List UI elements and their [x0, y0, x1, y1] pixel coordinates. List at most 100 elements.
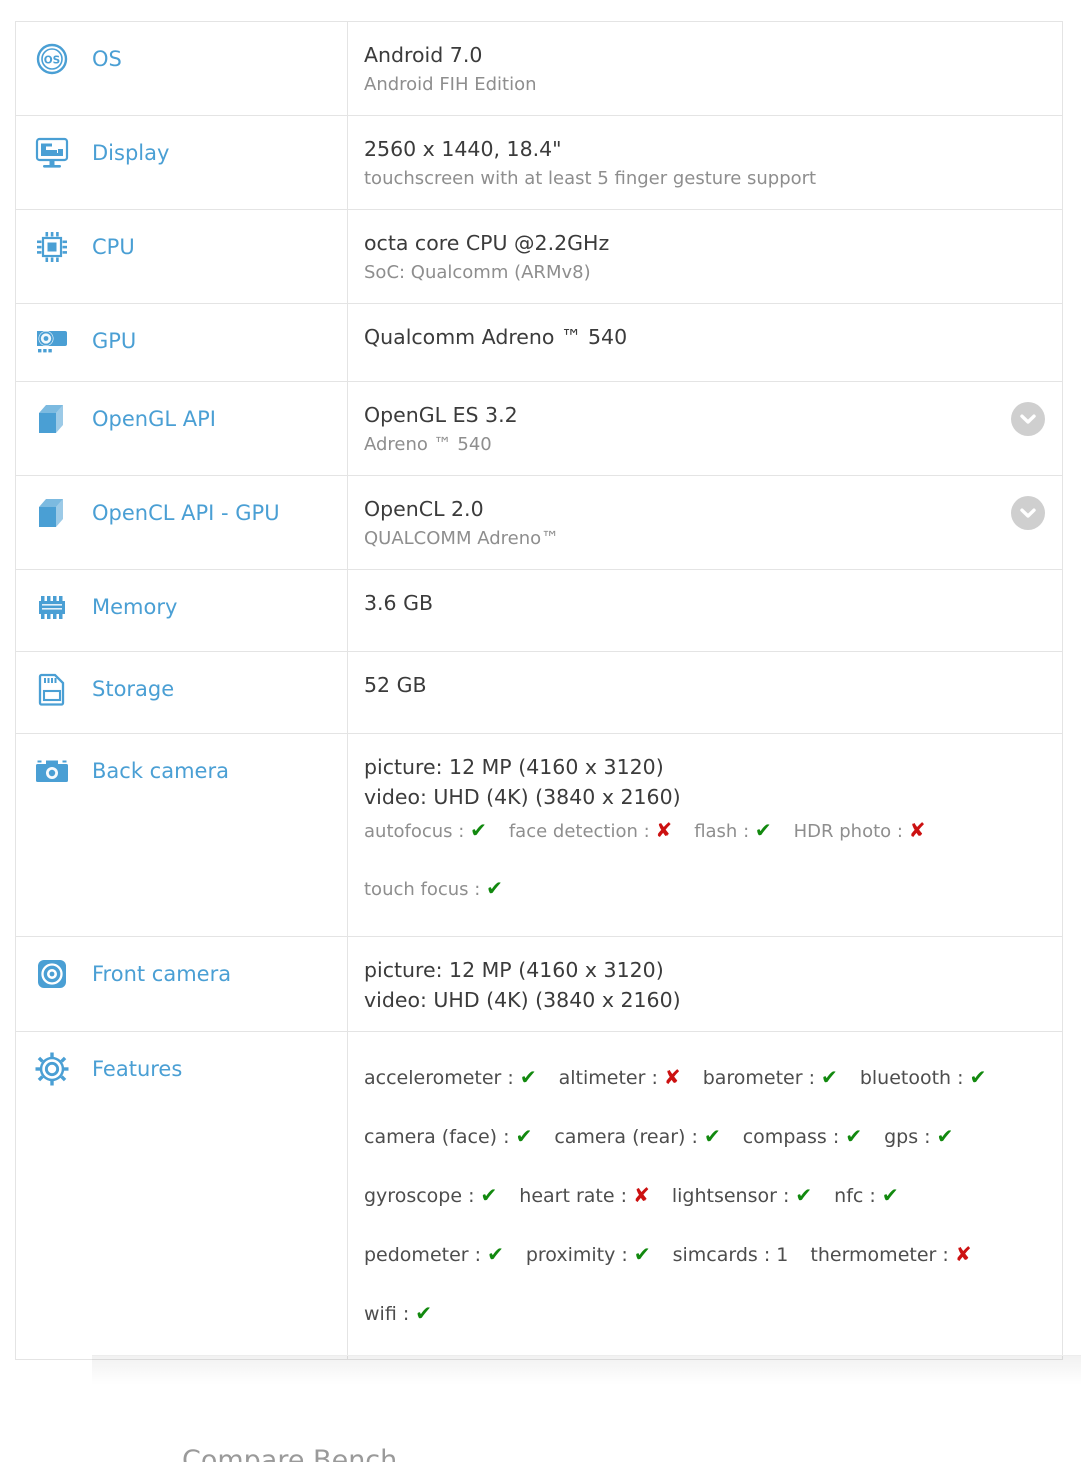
spec-value-cell: picture: 12 MP (4160 x 3120) video: UHD (… — [348, 937, 1062, 1031]
feature-flag-label: nfc — [834, 1185, 864, 1207]
spec-label-cell: Front camera — [16, 937, 348, 1031]
check-icon: ✔ — [969, 1065, 987, 1089]
feature-flag: heart rate : ✘ — [519, 1183, 650, 1207]
feature-flag: camera (face) : ✔ — [364, 1124, 533, 1148]
flag-row: wifi : ✔ — [364, 1284, 1002, 1343]
spec-label-cell: OS OS — [16, 22, 348, 115]
spec-value-primary: OpenGL ES 3.2 — [364, 403, 518, 427]
feature-flag: touch focus : ✔ — [364, 876, 503, 900]
feature-flag: proximity : ✔ — [525, 1242, 651, 1266]
check-icon: ✔ — [821, 1065, 838, 1089]
spec-label-text: OpenGL API — [92, 407, 216, 431]
feature-flag-label: accelerometer — [364, 1067, 502, 1089]
device-spec-table: OS OS Android 7.0 Android FIH Edition Disp… — [15, 21, 1063, 1360]
spec-value-cell: accelerometer : ✔ altimeter : ✘ barometer … — [348, 1032, 1062, 1359]
spec-row-front-camera: Front camera picture: 12 MP (4160 x 3120)… — [16, 937, 1062, 1032]
feature-flag: lightsensor : ✔ — [671, 1183, 813, 1207]
page-root: OS OS Android 7.0 Android FIH Edition Disp… — [0, 0, 1081, 1462]
feature-flag-label: lightsensor — [671, 1185, 777, 1207]
spec-value-primary: 3.6 GB — [364, 591, 434, 615]
spec-value-primary: OpenCL 2.0 — [364, 497, 484, 521]
spec-value-primary: Qualcomm Adreno ™ 540 — [364, 325, 628, 349]
spec-value-sub: Android FIH Edition — [364, 74, 537, 95]
feature-flag-label: autofocus — [364, 821, 453, 842]
feature-flag: altimeter : ✘ — [558, 1065, 681, 1089]
spec-value-cell: OpenCL 2.0 QUALCOMM Adreno™ — [348, 476, 1062, 569]
check-icon: ✔ — [754, 818, 772, 842]
feature-flag: nfc : ✔ — [834, 1183, 899, 1207]
feature-flag: barometer : ✔ — [702, 1065, 838, 1089]
spec-value-primary: picture: 12 MP (4160 x 3120) — [364, 755, 664, 779]
spec-label-text: CPU — [92, 235, 135, 259]
spec-value-primary: picture: 12 MP (4160 x 3120) — [364, 958, 664, 982]
feature-flag-label: camera (rear) — [554, 1126, 686, 1148]
spec-label-text: Back camera — [92, 759, 229, 783]
spec-label-cell: OpenGL API — [16, 382, 348, 475]
chevron-down-icon — [1020, 508, 1036, 519]
feature-flag-label: camera (face) — [364, 1126, 498, 1148]
spec-value-primary: Android 7.0 — [364, 43, 483, 67]
feature-flag-label: face detection — [508, 821, 638, 842]
clipped-section-heading: Compare Bench — [182, 1445, 398, 1462]
feature-flag-label: proximity — [525, 1244, 616, 1266]
feature-flag: gyroscope : ✔ — [364, 1183, 498, 1207]
spec-row-cpu: CPU octa core CPU @2.2GHz SoC: Qualcomm (A… — [16, 210, 1062, 304]
gear-icon — [32, 1052, 72, 1086]
check-icon: ✔ — [633, 1242, 651, 1266]
feature-flag-label: heart rate — [519, 1185, 615, 1207]
check-icon: ✔ — [486, 876, 503, 900]
feature-flag: thermometer : ✘ — [810, 1242, 972, 1266]
check-icon: ✔ — [703, 1124, 721, 1148]
spec-row-opencl[interactable]: OpenCL API - GPU OpenCL 2.0 QUALCOMM Adren… — [16, 476, 1062, 570]
spec-value-cell: OpenGL ES 3.2 Adreno ™ 540 — [348, 382, 1062, 475]
spec-label-cell: Display — [16, 116, 348, 209]
expand-details-button[interactable] — [1011, 496, 1045, 530]
feature-flag-label: barometer — [702, 1067, 803, 1089]
cube-icon — [32, 496, 72, 530]
spec-value-primary: 2560 x 1440, 18.4" — [364, 137, 562, 161]
spec-value-secondary: video: UHD (4K) (3840 x 2160) — [364, 785, 681, 809]
feature-flag-label: bluetooth — [859, 1067, 952, 1089]
spec-value-sub: touchscreen with at least 5 finger gestu… — [364, 168, 817, 189]
spec-label-text: GPU — [92, 329, 137, 353]
spec-label-cell: Back camera — [16, 734, 348, 936]
feature-flag: face detection : ✘ — [508, 818, 673, 842]
spec-row-memory: Memory 3.6 GB — [16, 570, 1062, 652]
feature-flag: bluetooth : ✔ — [859, 1065, 987, 1089]
cross-icon: ✘ — [954, 1242, 972, 1266]
gpu-card-icon — [32, 324, 72, 358]
spec-value-sub: SoC: Qualcomm (ARMv8) — [364, 262, 591, 283]
flag-group: autofocus : ✔ face detection : ✘ flash : ✔… — [364, 816, 1002, 904]
feature-flag-label: gyroscope — [364, 1185, 463, 1207]
feature-flag-label: touch focus — [364, 879, 469, 900]
feature-flag-label: altimeter — [558, 1067, 646, 1089]
feature-flag: compass : ✔ — [742, 1124, 863, 1148]
feature-flag: autofocus : ✔ — [364, 818, 487, 842]
spec-row-gpu: GPU Qualcomm Adreno ™ 540 — [16, 304, 1062, 382]
cross-icon: ✘ — [908, 818, 926, 842]
spec-label-text: Storage — [92, 677, 175, 701]
flag-row: autofocus : ✔ face detection : ✘ flash : ✔… — [364, 816, 1002, 846]
flag-row: accelerometer : ✔ altimeter : ✘ barometer … — [364, 1048, 1002, 1107]
spec-label-cell: CPU — [16, 210, 348, 303]
spec-row-opengl[interactable]: OpenGL API OpenGL ES 3.2 Adreno ™ 540 — [16, 382, 1062, 476]
spec-label-text: Features — [92, 1057, 183, 1081]
spec-label-cell: Memory — [16, 570, 348, 651]
spec-label-cell: Storage — [16, 652, 348, 733]
flag-row: gyroscope : ✔ heart rate : ✘ lightsensor :… — [364, 1166, 1002, 1225]
spec-value-primary: 52 GB — [364, 673, 427, 697]
spec-value-cell: Android 7.0 Android FIH Edition — [348, 22, 1062, 115]
chevron-down-icon — [1020, 414, 1036, 425]
flag-row: camera (face) : ✔ camera (rear) : ✔ compas… — [364, 1107, 1002, 1166]
spec-row-os: OS OS Android 7.0 Android FIH Edition — [16, 22, 1062, 116]
spec-label-cell: Features — [16, 1032, 348, 1359]
spec-value-cell: picture: 12 MP (4160 x 3120) video: UHD (… — [348, 734, 1062, 936]
feature-flag: flash : ✔ — [694, 818, 772, 842]
feature-flag: pedometer : ✔ — [364, 1242, 504, 1266]
feature-flag-label: simcards — [672, 1244, 758, 1266]
spec-row-storage: Storage 52 GB — [16, 652, 1062, 734]
expand-details-button[interactable] — [1011, 402, 1045, 436]
flag-value: 1 — [776, 1244, 789, 1266]
check-icon: ✔ — [881, 1183, 899, 1207]
feature-flag-label: gps — [884, 1126, 919, 1148]
